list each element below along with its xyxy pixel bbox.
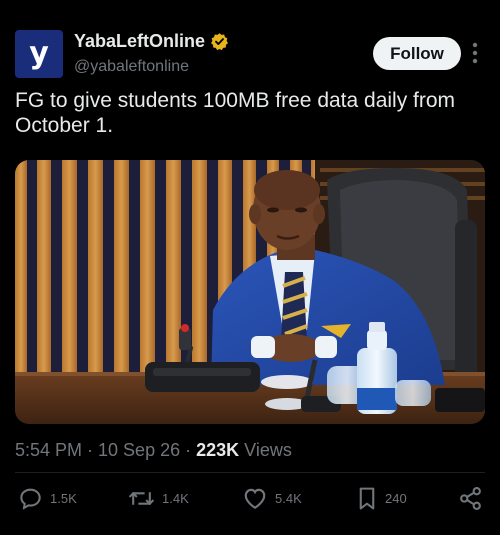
divider: [15, 472, 485, 473]
bookmark-button[interactable]: 240: [356, 485, 407, 511]
like-count: 5.4K: [275, 490, 302, 506]
reply-button[interactable]: 1.5K: [18, 485, 77, 511]
photo-scene: [15, 160, 485, 424]
verified-badge-icon: [211, 33, 229, 51]
avatar-letter: y: [29, 36, 49, 71]
views-count: 223K: [196, 440, 240, 460]
bookmark-icon: [359, 487, 375, 509]
post-timestamp[interactable]: 5:54 PM · 10 Sep 26 ·: [15, 440, 196, 460]
views-label: Views: [239, 440, 292, 460]
author-name-row[interactable]: YabaLeftOnline: [74, 31, 229, 52]
post-meta: 5:54 PM · 10 Sep 26 · 223K Views: [15, 440, 292, 461]
like-button[interactable]: 5.4K: [242, 485, 302, 511]
repost-button[interactable]: 1.4K: [128, 485, 189, 511]
share-button[interactable]: [458, 485, 483, 511]
author-display-name[interactable]: YabaLeftOnline: [74, 31, 205, 52]
reply-icon: [20, 488, 41, 510]
author-handle[interactable]: @yabaleftonline: [74, 58, 189, 76]
repost-count: 1.4K: [162, 490, 189, 506]
like-icon: [244, 488, 266, 510]
more-icon[interactable]: [470, 41, 480, 65]
post-text: FG to give students 100MB free data dail…: [15, 89, 456, 137]
reply-count: 1.5K: [50, 490, 77, 506]
post-photo[interactable]: [15, 160, 485, 424]
follow-button[interactable]: Follow: [373, 37, 461, 70]
share-icon: [460, 486, 481, 510]
avatar[interactable]: y: [15, 30, 63, 78]
bookmark-count: 240: [385, 490, 407, 506]
repost-icon: [128, 491, 155, 505]
